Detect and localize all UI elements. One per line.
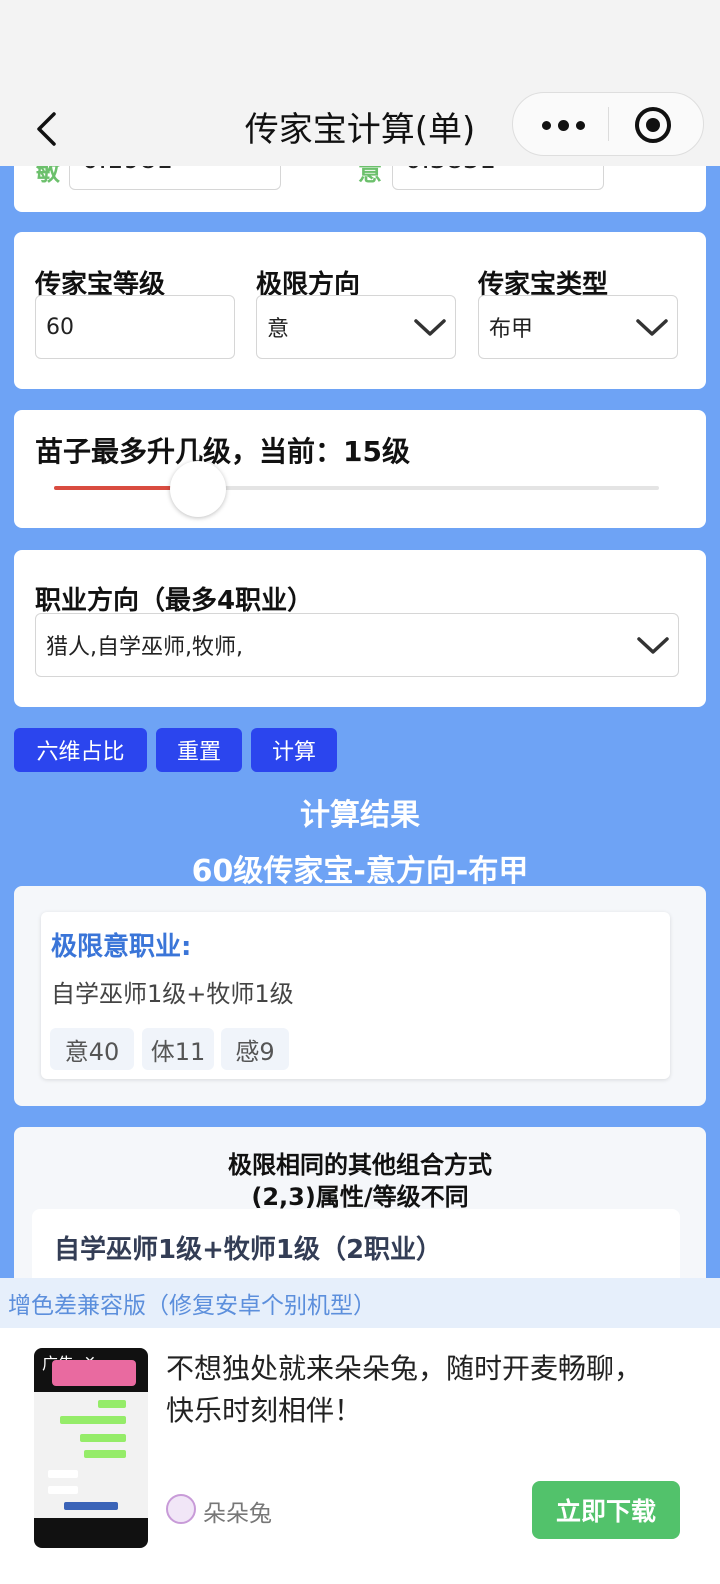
career-card: 职业方向（最多4职业） 猎人,自学巫师,牧师, bbox=[14, 550, 706, 707]
result-inner-card: 极限意职业: 自学巫师1级+牧师1级 bbox=[41, 912, 670, 1079]
result-card-title: 极限意职业: bbox=[51, 932, 192, 962]
slider-handle[interactable] bbox=[170, 461, 226, 517]
target-circle-icon[interactable] bbox=[635, 107, 671, 143]
ad-thumb-banner bbox=[52, 1360, 136, 1386]
direction-select[interactable]: 意 bbox=[256, 295, 456, 359]
type-value: 布甲 bbox=[489, 317, 534, 342]
ratio-button[interactable]: 六维占比 bbox=[14, 728, 147, 772]
result-card: 极限意职业: 自学巫师1级+牧师1级 bbox=[14, 886, 706, 1106]
status-bar bbox=[0, 0, 720, 92]
mini-program-capsule bbox=[512, 92, 704, 156]
career-label: 职业方向（最多4职业） bbox=[35, 586, 314, 616]
reset-button[interactable]: 重置 bbox=[156, 728, 242, 772]
type-select[interactable]: 布甲 bbox=[478, 295, 678, 359]
career-value: 猎人,自学巫师,牧师, bbox=[46, 635, 243, 660]
others-title-line2: (2,3)属性/等级不同 bbox=[251, 1183, 469, 1211]
career-select[interactable]: 猎人,自学巫师,牧师, bbox=[35, 613, 679, 677]
compat-banner-text: 增色差兼容版（修复安卓个别机型） bbox=[8, 1293, 376, 1319]
result-chip: 体11 bbox=[142, 1028, 214, 1070]
ad-panel: 广告 ✕ 不想独处就来朵朵兔，随时开麦畅聊，快乐时刻相伴！ 朵朵兔 立即下载 bbox=[0, 1328, 720, 1584]
ad-thumbnail[interactable]: 广告 ✕ bbox=[34, 1348, 148, 1548]
result-chip: 感9 bbox=[221, 1028, 289, 1070]
direction-value: 意 bbox=[267, 317, 290, 342]
result-combo: 自学巫师1级+牧师1级 bbox=[51, 980, 294, 1008]
result-subtitle: 60级传家宝-意方向-布甲 bbox=[191, 854, 529, 889]
download-button[interactable]: 立即下载 bbox=[532, 1481, 680, 1539]
ad-brand: 朵朵兔 bbox=[203, 1501, 272, 1527]
slider-card: 苗子最多升几级，当前：15级 bbox=[14, 410, 706, 528]
slider-label: 苗子最多升几级，当前：15级 bbox=[35, 435, 410, 468]
nav-bar: 传家宝计算(单) bbox=[0, 92, 720, 166]
capsule-divider bbox=[608, 107, 609, 141]
more-dots-icon[interactable] bbox=[533, 111, 593, 139]
result-chip: 意40 bbox=[50, 1028, 134, 1070]
level-input[interactable]: 60 bbox=[35, 295, 235, 359]
chevron-down-icon bbox=[636, 319, 668, 336]
settings-card: 传家宝等级 60 极限方向 意 传家宝类型 布甲 bbox=[14, 232, 706, 389]
calculate-button[interactable]: 计算 bbox=[251, 728, 337, 772]
brand-logo-icon bbox=[166, 1494, 196, 1524]
ad-thumb-chat bbox=[34, 1392, 148, 1518]
compat-banner[interactable]: 增色差兼容版（修复安卓个别机型） bbox=[0, 1278, 720, 1328]
chevron-down-icon bbox=[414, 319, 446, 336]
result-title: 计算结果 bbox=[300, 798, 420, 833]
chevron-down-icon bbox=[637, 637, 669, 654]
others-item: 自学巫师1级+牧师1级（2职业） bbox=[54, 1235, 443, 1265]
ad-text[interactable]: 不想独处就来朵朵兔，随时开麦畅聊，快乐时刻相伴！ bbox=[166, 1348, 646, 1432]
others-title-line1: 极限相同的其他组合方式 bbox=[228, 1151, 492, 1179]
